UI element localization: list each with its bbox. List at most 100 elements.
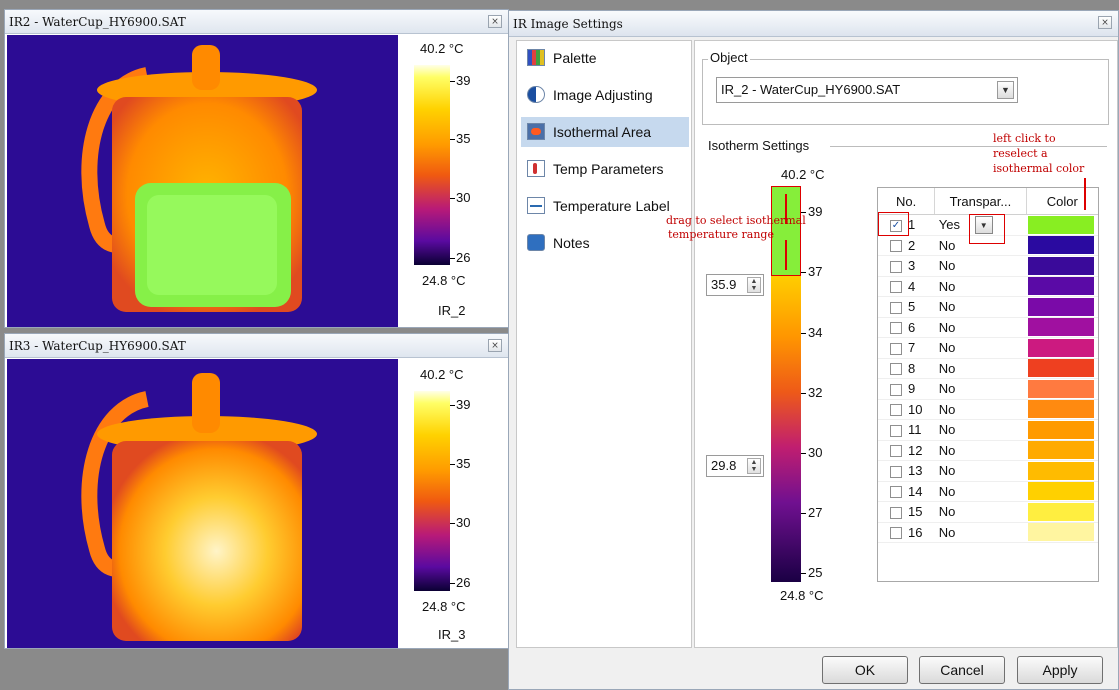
row-transparency-cell[interactable]: No — [934, 399, 1027, 420]
row-transparency-cell[interactable]: No — [934, 255, 1027, 277]
cancel-button[interactable]: Cancel — [919, 656, 1005, 684]
row-color-cell[interactable] — [1026, 337, 1098, 359]
table-row[interactable]: 11 No — [878, 419, 1098, 441]
row-transparency-cell[interactable]: No — [934, 296, 1027, 318]
nav-notes[interactable]: Notes — [521, 228, 689, 258]
row-checkbox[interactable] — [890, 342, 902, 355]
color-swatch[interactable] — [1028, 523, 1095, 542]
row-transparency-cell[interactable]: No — [934, 317, 1027, 338]
color-swatch[interactable] — [1028, 338, 1095, 357]
row-color-cell[interactable] — [1026, 255, 1098, 277]
row-color-cell[interactable] — [1026, 276, 1098, 297]
ir2-thermal-image[interactable] — [7, 35, 398, 327]
row-checkbox[interactable] — [890, 424, 902, 437]
dialog-title-bar[interactable]: IR Image Settings × — [509, 11, 1118, 37]
row-transparency-cell[interactable]: No — [934, 440, 1027, 461]
ir2-title-bar[interactable]: IR2 - WaterCup_HY6900.SAT × — [5, 10, 508, 34]
spin-arrows-icon[interactable]: ▲ ▼ — [747, 277, 761, 293]
row-color-cell[interactable] — [1026, 419, 1098, 441]
column-header-no[interactable]: No. — [878, 188, 936, 215]
row-checkbox[interactable] — [890, 465, 902, 478]
row-color-cell[interactable] — [1026, 317, 1098, 338]
table-row[interactable]: 14 No — [878, 481, 1098, 502]
table-row[interactable]: 5 No — [878, 296, 1098, 318]
color-swatch[interactable] — [1028, 420, 1095, 439]
table-row[interactable]: 13 No — [878, 460, 1098, 482]
table-row[interactable]: 10 No — [878, 399, 1098, 420]
table-row[interactable]: 4 No — [878, 276, 1098, 297]
table-row[interactable]: 6 No — [878, 317, 1098, 338]
dialog-close-icon[interactable]: × — [1098, 16, 1112, 29]
color-swatch[interactable] — [1028, 441, 1095, 460]
row-checkbox[interactable] — [890, 281, 902, 294]
row-color-cell[interactable] — [1026, 378, 1098, 400]
table-row[interactable]: 8 No — [878, 358, 1098, 379]
row-checkbox[interactable] — [890, 527, 902, 540]
upper-temp-stepper[interactable]: 35.9 ▲ ▼ — [706, 274, 764, 296]
table-row[interactable]: 12 No — [878, 440, 1098, 461]
table-row[interactable]: 16 No — [878, 522, 1098, 543]
nav-temperature-label[interactable]: Temperature Label — [521, 191, 689, 221]
table-row[interactable]: 7 No — [878, 337, 1098, 359]
color-swatch[interactable] — [1028, 400, 1095, 419]
table-row[interactable]: 9 No — [878, 378, 1098, 400]
row-checkbox[interactable] — [890, 506, 902, 519]
color-swatch[interactable] — [1028, 215, 1095, 234]
ir3-thermal-image[interactable] — [7, 359, 398, 648]
color-swatch[interactable] — [1028, 236, 1095, 255]
nav-palette[interactable]: Palette — [521, 43, 689, 73]
row-color-cell[interactable] — [1026, 440, 1098, 461]
color-swatch[interactable] — [1028, 256, 1095, 275]
row-checkbox[interactable] — [890, 260, 902, 273]
row-color-cell[interactable] — [1026, 522, 1098, 543]
row-checkbox[interactable] — [890, 404, 902, 417]
row-transparency-cell[interactable]: No — [934, 419, 1027, 441]
row-transparency-cell[interactable]: No — [934, 337, 1027, 359]
spin-arrows-icon[interactable]: ▲ ▼ — [747, 458, 761, 474]
row-transparency-cell[interactable]: No — [934, 481, 1027, 502]
row-color-cell[interactable] — [1026, 296, 1098, 318]
row-checkbox[interactable] — [890, 240, 902, 253]
row-transparency-cell[interactable]: No — [934, 358, 1027, 379]
row-checkbox[interactable] — [890, 383, 902, 396]
row-transparency-cell[interactable]: No — [934, 276, 1027, 297]
row-color-cell[interactable] — [1026, 358, 1098, 379]
color-swatch[interactable] — [1028, 482, 1095, 501]
ir3-close-icon[interactable]: × — [488, 339, 502, 352]
column-header-color[interactable]: Color — [1026, 188, 1098, 215]
row-transparency-cell[interactable]: No — [934, 460, 1027, 482]
row-color-cell[interactable] — [1026, 214, 1098, 236]
row-color-cell[interactable] — [1026, 235, 1098, 256]
color-swatch[interactable] — [1028, 277, 1095, 296]
row-transparency-cell[interactable]: No — [934, 378, 1027, 400]
ir2-close-icon[interactable]: × — [488, 15, 502, 28]
color-swatch[interactable] — [1028, 318, 1095, 337]
row-color-cell[interactable] — [1026, 460, 1098, 482]
lower-temp-stepper[interactable]: 29.8 ▲ ▼ — [706, 455, 764, 477]
color-swatch[interactable] — [1028, 379, 1095, 398]
color-swatch[interactable] — [1028, 461, 1095, 480]
row-color-cell[interactable] — [1026, 501, 1098, 523]
nav-image-adjusting[interactable]: Image Adjusting — [521, 80, 689, 110]
nav-isothermal-area[interactable]: Isothermal Area — [521, 117, 689, 147]
row-color-cell[interactable] — [1026, 399, 1098, 420]
nav-temp-parameters[interactable]: Temp Parameters — [521, 154, 689, 184]
row-transparency-cell[interactable]: No — [934, 522, 1027, 543]
column-header-transparency[interactable]: Transpar... — [934, 188, 1027, 215]
table-row[interactable]: 15 No — [878, 501, 1098, 523]
row-checkbox[interactable] — [890, 445, 902, 458]
row-transparency-cell[interactable]: No — [934, 501, 1027, 523]
table-row[interactable]: 3 No — [878, 255, 1098, 277]
color-swatch[interactable] — [1028, 502, 1095, 521]
color-swatch[interactable] — [1028, 297, 1095, 316]
row-color-cell[interactable] — [1026, 481, 1098, 502]
object-select[interactable]: IR_2 - WaterCup_HY6900.SAT ▼ — [716, 77, 1018, 103]
row-checkbox[interactable] — [890, 301, 902, 314]
ir3-title-bar[interactable]: IR3 - WaterCup_HY6900.SAT × — [5, 334, 508, 358]
row-checkbox[interactable] — [890, 322, 902, 335]
apply-button[interactable]: Apply — [1017, 656, 1103, 684]
row-checkbox[interactable] — [890, 363, 902, 376]
row-checkbox[interactable] — [890, 486, 902, 499]
chevron-down-icon[interactable]: ▼ — [997, 81, 1014, 99]
ok-button[interactable]: OK — [822, 656, 908, 684]
